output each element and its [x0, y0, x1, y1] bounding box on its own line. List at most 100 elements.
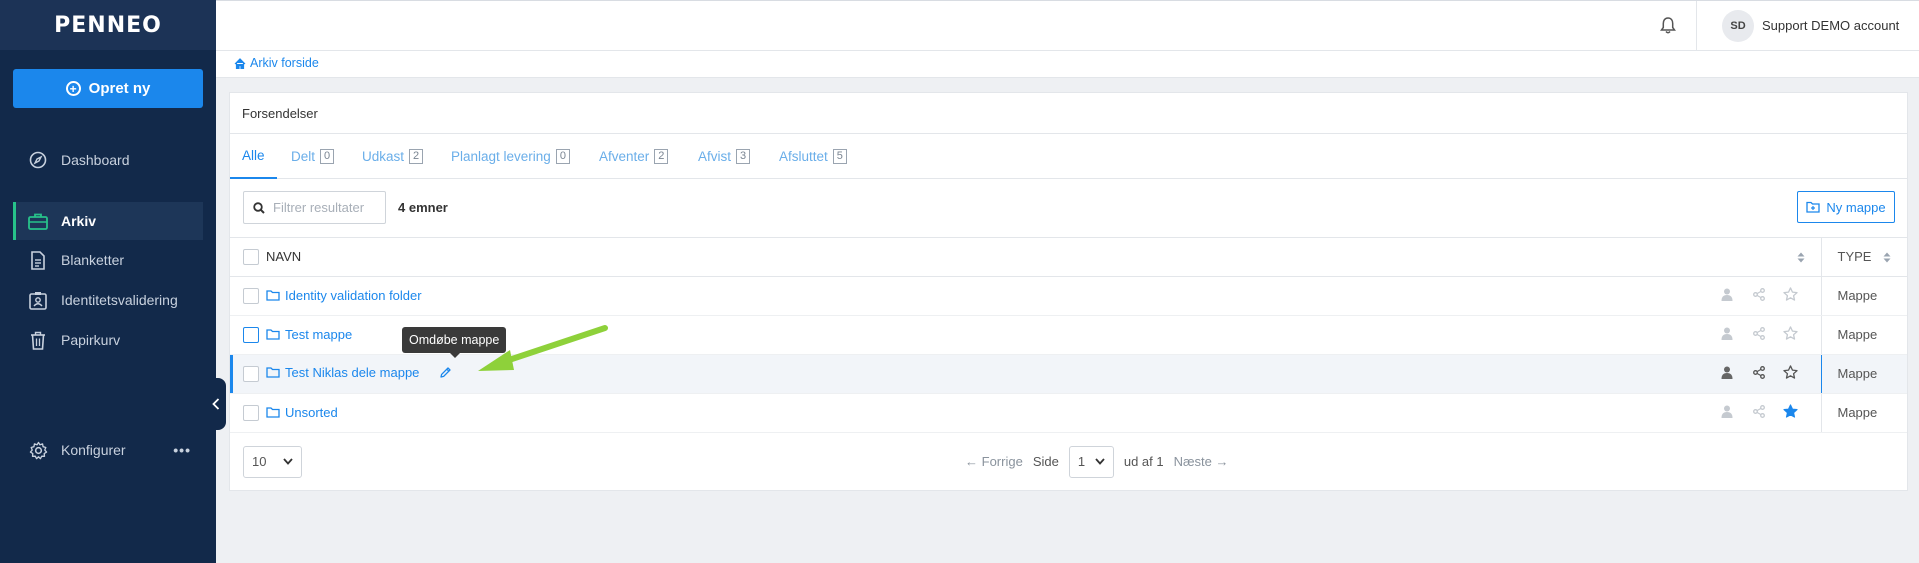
plus-circle-icon: + — [65, 81, 81, 96]
tab-label: Alle — [242, 148, 265, 163]
share-icon[interactable] — [1745, 327, 1773, 343]
sidebar-item-identitetsvalidering[interactable]: Identitetsvalidering — [13, 281, 203, 319]
home-icon — [234, 57, 246, 69]
briefcase-icon — [27, 210, 49, 232]
topbar-divider — [1696, 1, 1697, 51]
tab-afventer[interactable]: Afventer 2 — [599, 134, 669, 179]
page-size-select[interactable]: 10 — [243, 445, 302, 478]
user-icon[interactable] — [1713, 405, 1741, 421]
page-size-value: 10 — [252, 454, 267, 469]
filter-field[interactable] — [243, 191, 386, 224]
folder-name: Test mappe — [285, 326, 353, 342]
folder-link[interactable]: Test Niklas dele mappe — [266, 365, 419, 380]
folder-icon — [266, 289, 280, 301]
name-column-header[interactable]: NAVN — [266, 238, 1671, 277]
sidebar-item-blanketter[interactable]: Blanketter — [13, 241, 203, 279]
page-navigation: ← Forrige Side 1 ud af 1 Næste → — [965, 445, 1229, 478]
filter-input[interactable] — [273, 200, 383, 215]
folder-plus-icon — [1806, 201, 1821, 213]
next-label: Næste — [1173, 454, 1212, 469]
name-cell: Unsorted — [266, 393, 1671, 433]
more-options-icon[interactable]: ••• — [173, 442, 191, 458]
collapse-sidebar-button[interactable] — [206, 378, 226, 430]
row-checkbox[interactable] — [243, 365, 259, 382]
tab-planlagt-levering[interactable]: Planlagt levering 0 — [451, 134, 570, 179]
breadcrumb[interactable]: Arkiv forside — [234, 56, 319, 70]
type-cell: Mappe — [1820, 393, 1907, 433]
star-icon[interactable] — [1777, 365, 1805, 382]
create-new-button[interactable]: + Opret ny — [13, 69, 203, 108]
tab-count: 0 — [320, 149, 335, 164]
sidebar-item-label: Arkiv — [61, 213, 97, 229]
sidebar-item-konfigurer[interactable]: Konfigurer ••• — [13, 431, 203, 469]
row-checkbox[interactable] — [243, 404, 259, 421]
share-icon[interactable] — [1745, 288, 1773, 304]
folder-link[interactable]: Unsorted — [266, 405, 338, 420]
user-icon[interactable] — [1713, 366, 1741, 382]
row-checkbox-cell — [230, 315, 266, 355]
select-all-cell — [230, 238, 266, 277]
sidebar-item-arkiv[interactable]: Arkiv — [13, 202, 203, 240]
row-checkbox[interactable] — [243, 326, 259, 343]
tab-alle[interactable]: Alle — [230, 134, 277, 179]
tab-udkast[interactable]: Udkast 2 — [362, 134, 424, 179]
actions-cell — [1671, 354, 1821, 394]
tab-label: Afvist — [698, 149, 732, 164]
tab-label: Afsluttet — [779, 149, 828, 164]
type-cell: Mappe — [1820, 315, 1907, 355]
page-of-label: ud af 1 — [1123, 454, 1164, 469]
folder-icon — [266, 367, 280, 378]
actions-cell — [1671, 276, 1821, 316]
type-column-header[interactable]: TYPE — [1820, 238, 1907, 277]
search-icon — [253, 201, 265, 214]
select-all-checkbox[interactable] — [243, 249, 259, 266]
avatar[interactable]: SD — [1722, 10, 1754, 42]
tab-count: 3 — [736, 149, 751, 164]
sidebar-item-papirkurv[interactable]: Papirkurv — [13, 321, 203, 359]
sidebar-item-dashboard[interactable]: Dashboard — [13, 141, 203, 179]
table-toolbar: 4 emner Ny mappe — [230, 179, 1907, 238]
card-title: Forsendelser — [230, 93, 1907, 134]
tab-count: 0 — [555, 149, 570, 164]
sidebar-item-label: Blanketter — [61, 252, 125, 268]
table-row[interactable]: Identity validation folder Mappe — [230, 276, 1907, 316]
folder-name: Identity validation folder — [285, 287, 422, 303]
row-checkbox-cell — [230, 276, 266, 316]
bell-icon[interactable] — [1660, 16, 1676, 38]
row-checkbox[interactable] — [243, 287, 259, 304]
star-icon[interactable] — [1777, 326, 1805, 343]
folder-name: Unsorted — [285, 404, 338, 420]
star-filled-icon[interactable] — [1777, 404, 1805, 421]
chevron-down-icon — [283, 458, 293, 465]
tab-delt[interactable]: Delt 0 — [291, 134, 335, 179]
create-new-label: Opret ny — [88, 80, 151, 97]
tab-afvist[interactable]: Afvist 3 — [698, 134, 751, 179]
folder-name: Test Niklas dele mappe — [285, 364, 420, 380]
sort-icon[interactable] — [1797, 252, 1805, 263]
folder-icon — [266, 328, 280, 340]
tab-label: Planlagt levering — [451, 149, 551, 164]
account-name[interactable]: Support DEMO account — [1762, 18, 1899, 33]
penneo-logo[interactable]: PENNEO — [54, 13, 162, 38]
user-icon[interactable] — [1713, 288, 1741, 304]
table-row[interactable]: Unsorted Mappe — [230, 393, 1907, 433]
pagination: 10 ← Forrige Side 1 ud af 1 Næste → — [230, 433, 1907, 492]
tab-afsluttet[interactable]: Afsluttet 5 — [779, 134, 847, 179]
share-icon[interactable] — [1745, 366, 1773, 382]
top-bar: SD Support DEMO account — [216, 0, 1919, 51]
folder-link[interactable]: Test mappe — [266, 327, 352, 342]
new-folder-button[interactable]: Ny mappe — [1797, 191, 1895, 223]
rename-pencil-icon[interactable] — [439, 366, 452, 382]
share-icon[interactable] — [1745, 405, 1773, 421]
document-icon — [27, 249, 49, 271]
tab-count: 2 — [654, 149, 669, 164]
previous-page-button[interactable]: ← Forrige — [965, 454, 1023, 469]
folder-link[interactable]: Identity validation folder — [266, 288, 422, 303]
user-icon[interactable] — [1713, 327, 1741, 343]
star-icon[interactable] — [1777, 287, 1805, 304]
page-value: 1 — [1077, 454, 1086, 469]
sort-icon — [1883, 252, 1891, 263]
page-select[interactable]: 1 — [1068, 445, 1114, 478]
next-page-button[interactable]: Næste → — [1174, 454, 1229, 469]
status-tabs: Alle Delt 0 Udkast 2 Planlagt levering 0… — [230, 134, 1907, 179]
